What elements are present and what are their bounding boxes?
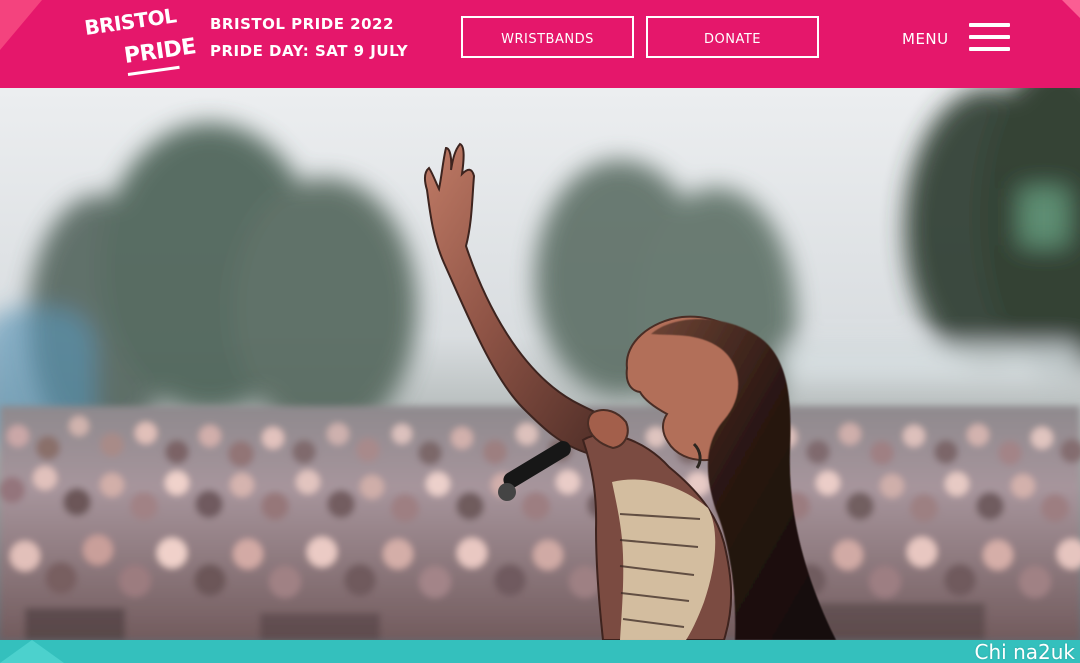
festival-date: PRIDE DAY: SAT 9 JULY xyxy=(210,42,409,60)
concert-photo xyxy=(0,88,1080,640)
logo-line-bristol: BRISTOL xyxy=(82,3,178,40)
menu-button[interactable]: MENU xyxy=(902,20,1014,60)
site-header: BRISTOL PRIDE BRISTOL PRIDE 2022 PRIDE D… xyxy=(0,0,1080,88)
bristol-pride-logo[interactable]: BRISTOL PRIDE xyxy=(82,3,197,78)
teal-footer-strip: Chi na2uk xyxy=(0,640,1080,663)
footer-triangle-decoration xyxy=(0,640,64,663)
wristbands-button[interactable]: WRISTBANDS xyxy=(461,16,634,58)
hamburger-menu-icon xyxy=(969,23,1011,54)
festival-crowd xyxy=(0,406,1080,640)
bristol-pride-homepage: BRISTOL PRIDE BRISTOL PRIDE 2022 PRIDE D… xyxy=(0,0,1080,663)
header-corner-decoration xyxy=(0,0,42,50)
logo-line-pride: PRIDE xyxy=(122,34,198,69)
menu-label: MENU xyxy=(902,30,949,48)
microphone-grille xyxy=(498,483,516,501)
hero-image xyxy=(0,88,1080,640)
donate-button[interactable]: DONATE xyxy=(646,16,819,58)
header-corner-decoration xyxy=(1062,0,1080,18)
watermark-text: Chi na2uk xyxy=(974,640,1075,663)
festival-title: BRISTOL PRIDE 2022 xyxy=(210,15,394,33)
